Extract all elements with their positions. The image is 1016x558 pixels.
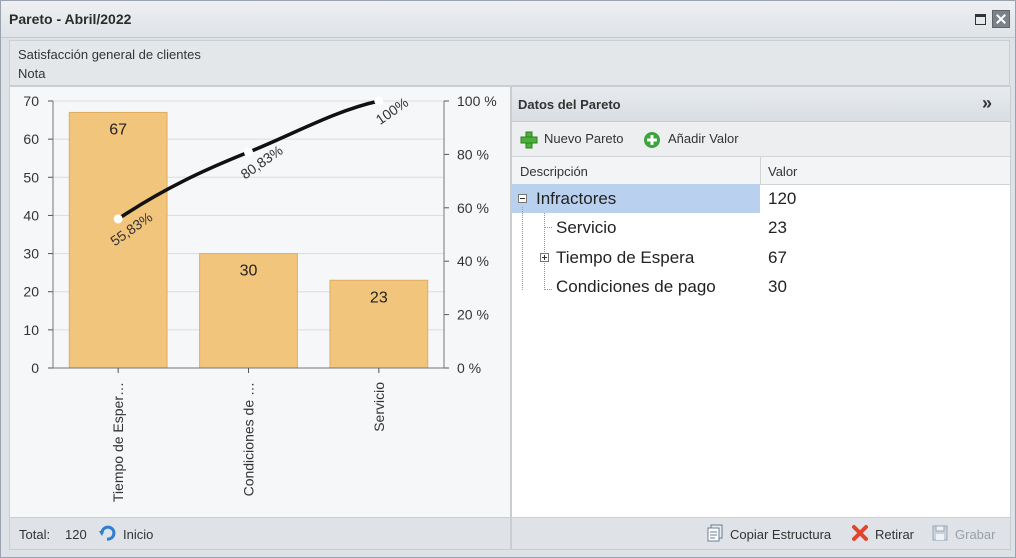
row-description: Infractores [536, 189, 617, 208]
y2-tick-label: 0 % [457, 360, 481, 376]
collapse-node-icon[interactable] [518, 194, 527, 203]
y-tick-label: 20 [23, 284, 39, 300]
y-tick-label: 0 [31, 360, 39, 376]
row-value: 30 [768, 277, 787, 296]
add-value-button[interactable]: Añadir Valor [668, 131, 739, 146]
column-separator [760, 157, 761, 184]
new-pareto-button[interactable]: Nuevo Pareto [544, 131, 624, 146]
data-panel-title: Datos del Pareto [518, 97, 621, 112]
copy-structure-icon[interactable] [706, 524, 724, 542]
y2-tick-label: 60 % [457, 200, 489, 216]
x-category-label: Tiempo de Esper… [110, 382, 126, 502]
cumulative-point [113, 214, 123, 224]
column-value[interactable]: Valor [768, 164, 797, 179]
restore-icon[interactable] [972, 10, 990, 28]
total-value: 120 [65, 527, 87, 542]
inicio-button[interactable]: Inicio [123, 527, 153, 542]
tree-row-servicio[interactable]: Servicio 23 [512, 213, 1010, 242]
pareto-chart-panel: 67 30 23 0 10 20 30 40 50 60 70 0 % 20 % 40 % 60 % 80 … [9, 86, 511, 518]
bar-value-label: 67 [109, 121, 127, 138]
row-description: Servicio [556, 218, 617, 237]
data-toolbar: Nuevo Pareto Añadir Valor [512, 122, 1010, 157]
y2-tick-label: 80 % [457, 146, 489, 162]
save-disk-icon [932, 525, 948, 541]
y2-tick-label: 100 % [457, 93, 497, 109]
y2-tick-label: 40 % [457, 253, 489, 269]
y-tick-label: 50 [23, 169, 39, 185]
row-description: Condiciones de pago [556, 277, 716, 296]
save-button: Grabar [955, 527, 996, 542]
tree-row-tiempo-espera[interactable]: Tiempo de Espera 67 [512, 243, 1010, 272]
x-category-label: Condiciones de … [241, 382, 257, 496]
pareto-chart: 67 30 23 0 10 20 30 40 50 60 70 0 % 20 % 40 % 60 % 80 … [23, 93, 497, 502]
bar-value-label: 23 [370, 289, 388, 306]
add-value-icon[interactable] [643, 131, 661, 149]
tree-row-condiciones-pago[interactable]: Condiciones de pago 30 [512, 272, 1010, 301]
close-icon[interactable] [992, 10, 1010, 28]
y-tick-label: 10 [23, 322, 39, 338]
inicio-icon[interactable] [98, 525, 116, 541]
chart-footer: Total: 120 Inicio [9, 517, 511, 550]
window-title: Pareto - Abril/2022 [9, 11, 132, 27]
title-bar: Pareto - Abril/2022 [1, 1, 1015, 38]
report-note: Nota [18, 66, 46, 81]
report-subtitle: Satisfacción general de clientes [18, 47, 201, 62]
cumulative-point [244, 147, 253, 157]
column-description[interactable]: Descripción [520, 164, 588, 179]
tree-connector [544, 289, 552, 290]
y-tick-label: 60 [23, 131, 39, 147]
data-panel-header: Datos del Pareto » [512, 87, 1010, 122]
total-label: Total: [19, 527, 51, 542]
bar-value-label: 30 [240, 263, 258, 280]
y-tick-label: 40 [23, 207, 39, 223]
expand-node-icon[interactable] [540, 253, 549, 262]
grid-header: Descripción Valor [512, 157, 1010, 185]
y-tick-label: 70 [23, 93, 39, 109]
y2-tick-label: 20 % [457, 307, 489, 323]
tree-connector [544, 227, 552, 228]
collapse-panel-icon[interactable]: » [982, 94, 992, 112]
cumulative-point [374, 96, 384, 106]
remove-icon[interactable] [851, 524, 869, 542]
data-footer: Copiar Estructura Retirar Grabar [511, 517, 1011, 550]
row-description: Tiempo de Espera [556, 248, 695, 267]
row-value: 23 [768, 218, 787, 237]
remove-button[interactable]: Retirar [875, 527, 914, 542]
report-header: Satisfacción general de clientes Nota [9, 40, 1010, 86]
row-value: 120 [768, 189, 797, 208]
y-tick-label: 30 [23, 246, 39, 262]
pareto-data-panel: Datos del Pareto » Nuevo Pareto Añadir V… [511, 86, 1011, 550]
tree-row-infractores[interactable]: Infractores 120 [512, 184, 1010, 213]
copy-structure-button[interactable]: Copiar Estructura [730, 527, 831, 542]
x-category-label: Servicio [371, 382, 387, 432]
row-value: 67 [768, 248, 787, 267]
add-green-icon[interactable] [520, 131, 538, 149]
